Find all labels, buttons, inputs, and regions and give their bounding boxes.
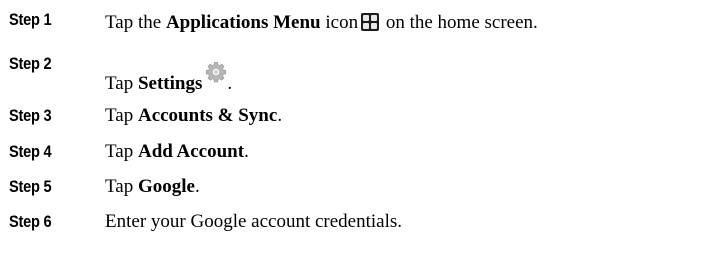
step-3: Step 3 Tap Accounts & Sync.: [0, 101, 717, 133]
step-ui-element-name: Google: [137, 176, 195, 197]
step-number: Step 3: [9, 106, 52, 125]
step-text-pre: Tap the: [105, 12, 166, 33]
step-text-post: icon: [320, 12, 359, 33]
step-number: Step 4: [9, 142, 52, 161]
step-ui-element-name: Add Account: [137, 141, 245, 162]
step-text-after: on the home screen.: [381, 12, 538, 33]
step-instruction: Enter your Google account credentials.: [105, 211, 403, 232]
step-text-pre: Tap: [105, 176, 138, 197]
step-ui-element-name: Settings: [137, 73, 203, 94]
settings-gear-icon: [206, 62, 227, 83]
step-text-pre: Tap: [105, 141, 138, 162]
step-6: Step 6 Enter your Google account credent…: [0, 207, 717, 239]
step-text-after: .: [227, 73, 233, 94]
step-1: Step 1 Tap the Applications Menu icon on…: [0, 4, 717, 36]
step-instruction: Tap the Applications Menu icon on the ho…: [105, 12, 538, 34]
step-text-post: .: [244, 141, 249, 162]
step-text-post: .: [194, 176, 200, 197]
step-instruction: Tap Settings .: [105, 61, 232, 95]
step-number: Step 5: [9, 177, 52, 196]
step-4: Step 4 Tap Add Account.: [0, 137, 717, 169]
step-ui-element-name: Applications Menu: [165, 12, 321, 33]
step-text-pre: Tap: [105, 105, 138, 126]
step-instruction: Tap Add Account.: [105, 141, 249, 163]
step-2: Step 2 Tap Settings .: [0, 51, 717, 94]
step-list: Step 1 Tap the Applications Menu icon on…: [0, 0, 717, 257]
step-ui-element-name: Accounts & Sync: [137, 105, 278, 126]
step-instruction: Tap Google.: [105, 176, 200, 198]
step-instruction: Tap Accounts & Sync.: [105, 105, 282, 127]
step-number: Step 1: [9, 10, 52, 29]
step-5: Step 5 Tap Google.: [0, 172, 717, 204]
step-number: Step 2: [9, 54, 52, 73]
applications-menu-icon: [361, 13, 380, 31]
step-number: Step 6: [9, 212, 52, 231]
step-text-post: .: [277, 105, 283, 126]
step-text-pre: Tap: [105, 73, 138, 94]
